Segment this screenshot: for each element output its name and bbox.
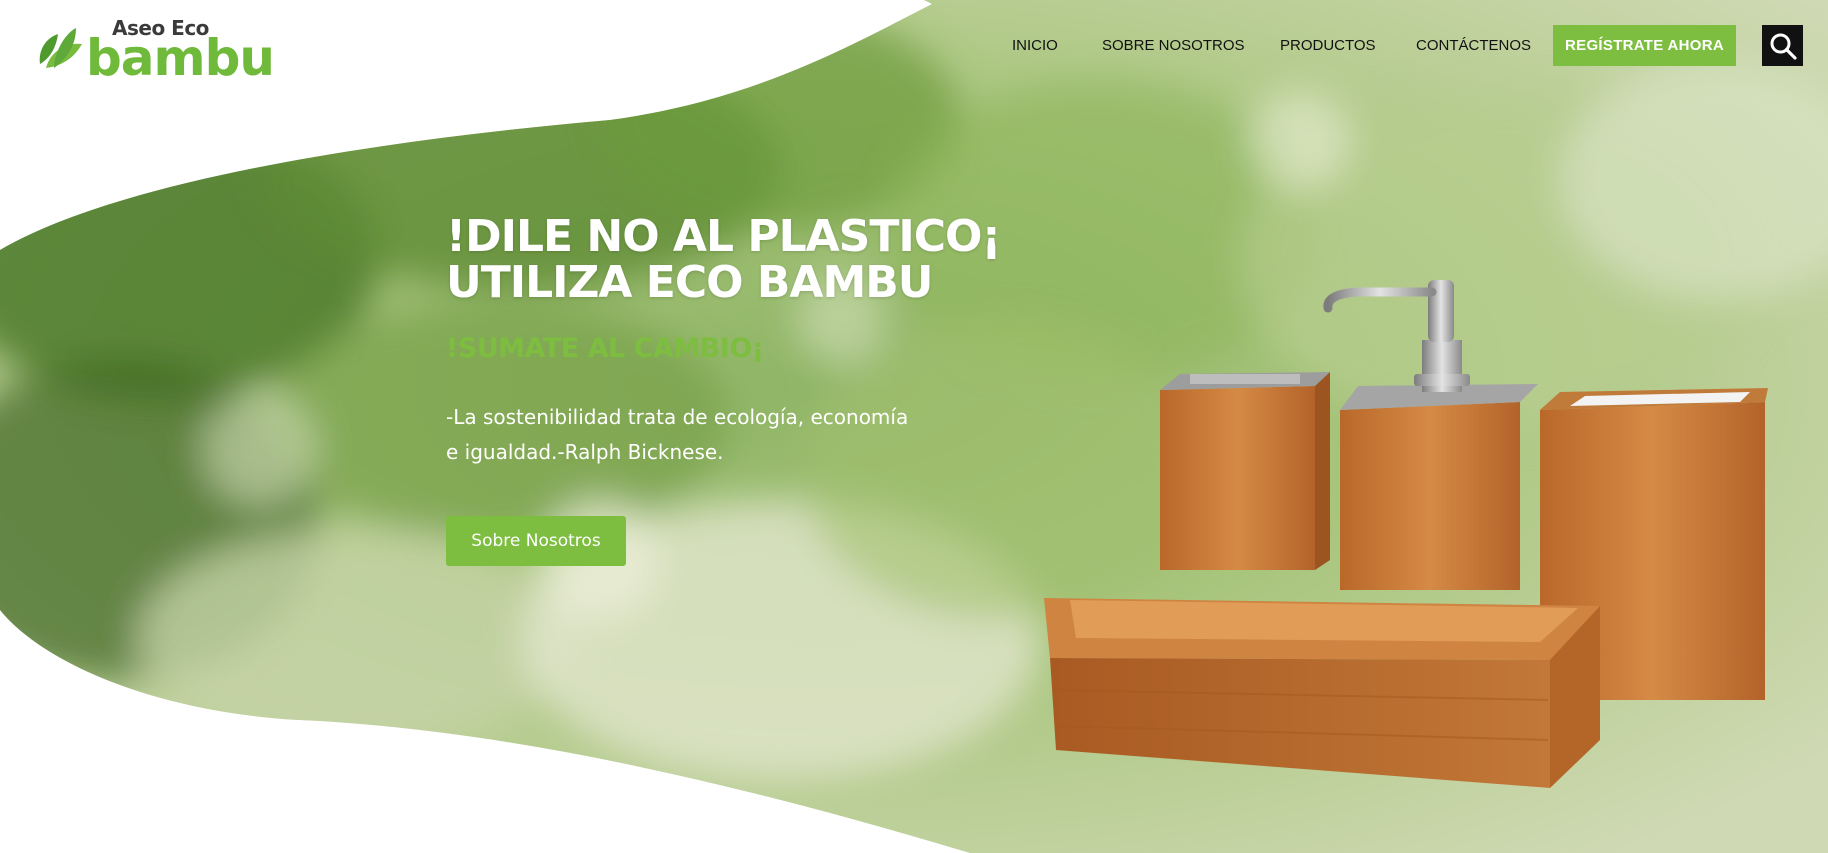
bamboo-bathroom-set-image [1044,280,1768,788]
register-button[interactable]: REGÍSTRATE AHORA [1553,25,1736,66]
logo-big-text: bambu [86,29,275,87]
nav-item-productos[interactable]: PRODUCTOS [1280,37,1376,54]
search-button[interactable] [1762,25,1803,66]
nav-item-sobre-nosotros[interactable]: SOBRE NOSOTROS [1102,37,1245,54]
hero-headline-line-1: !DILE NO AL PLASTICO¡ [446,211,1002,262]
leaf-icon [39,28,82,68]
bamboo-tray [1044,598,1600,788]
nav-item-inicio[interactable]: INICIO [1012,37,1058,54]
soap-dispenser [1323,280,1538,590]
hero-headline-line-2: UTILIZA ECO BAMBU [446,257,934,308]
about-us-button[interactable]: Sobre Nosotros [446,516,626,566]
hero-subhead: !SUMATE AL CAMBIO¡ [446,333,764,364]
hero-quote-line-2: e igualdad.-Ralph Bicknese. [446,440,724,464]
hero-quote-line-1: -La sostenibilidad trata de ecología, ec… [446,405,909,429]
toothbrush-holder [1160,372,1330,570]
hero-headline: !DILE NO AL PLASTICO¡ UTILIZA ECO BAMBU [446,211,1002,308]
search-icon [1770,33,1797,60]
page: Aseo Eco bambu INICIO SOBRE NOSOTROS PRO… [0,0,1828,853]
hero-quote: -La sostenibilidad trata de ecología, ec… [446,400,946,470]
logo[interactable]: Aseo Eco bambu [36,14,296,86]
nav-item-contactenos[interactable]: CONTÁCTENOS [1416,37,1531,54]
